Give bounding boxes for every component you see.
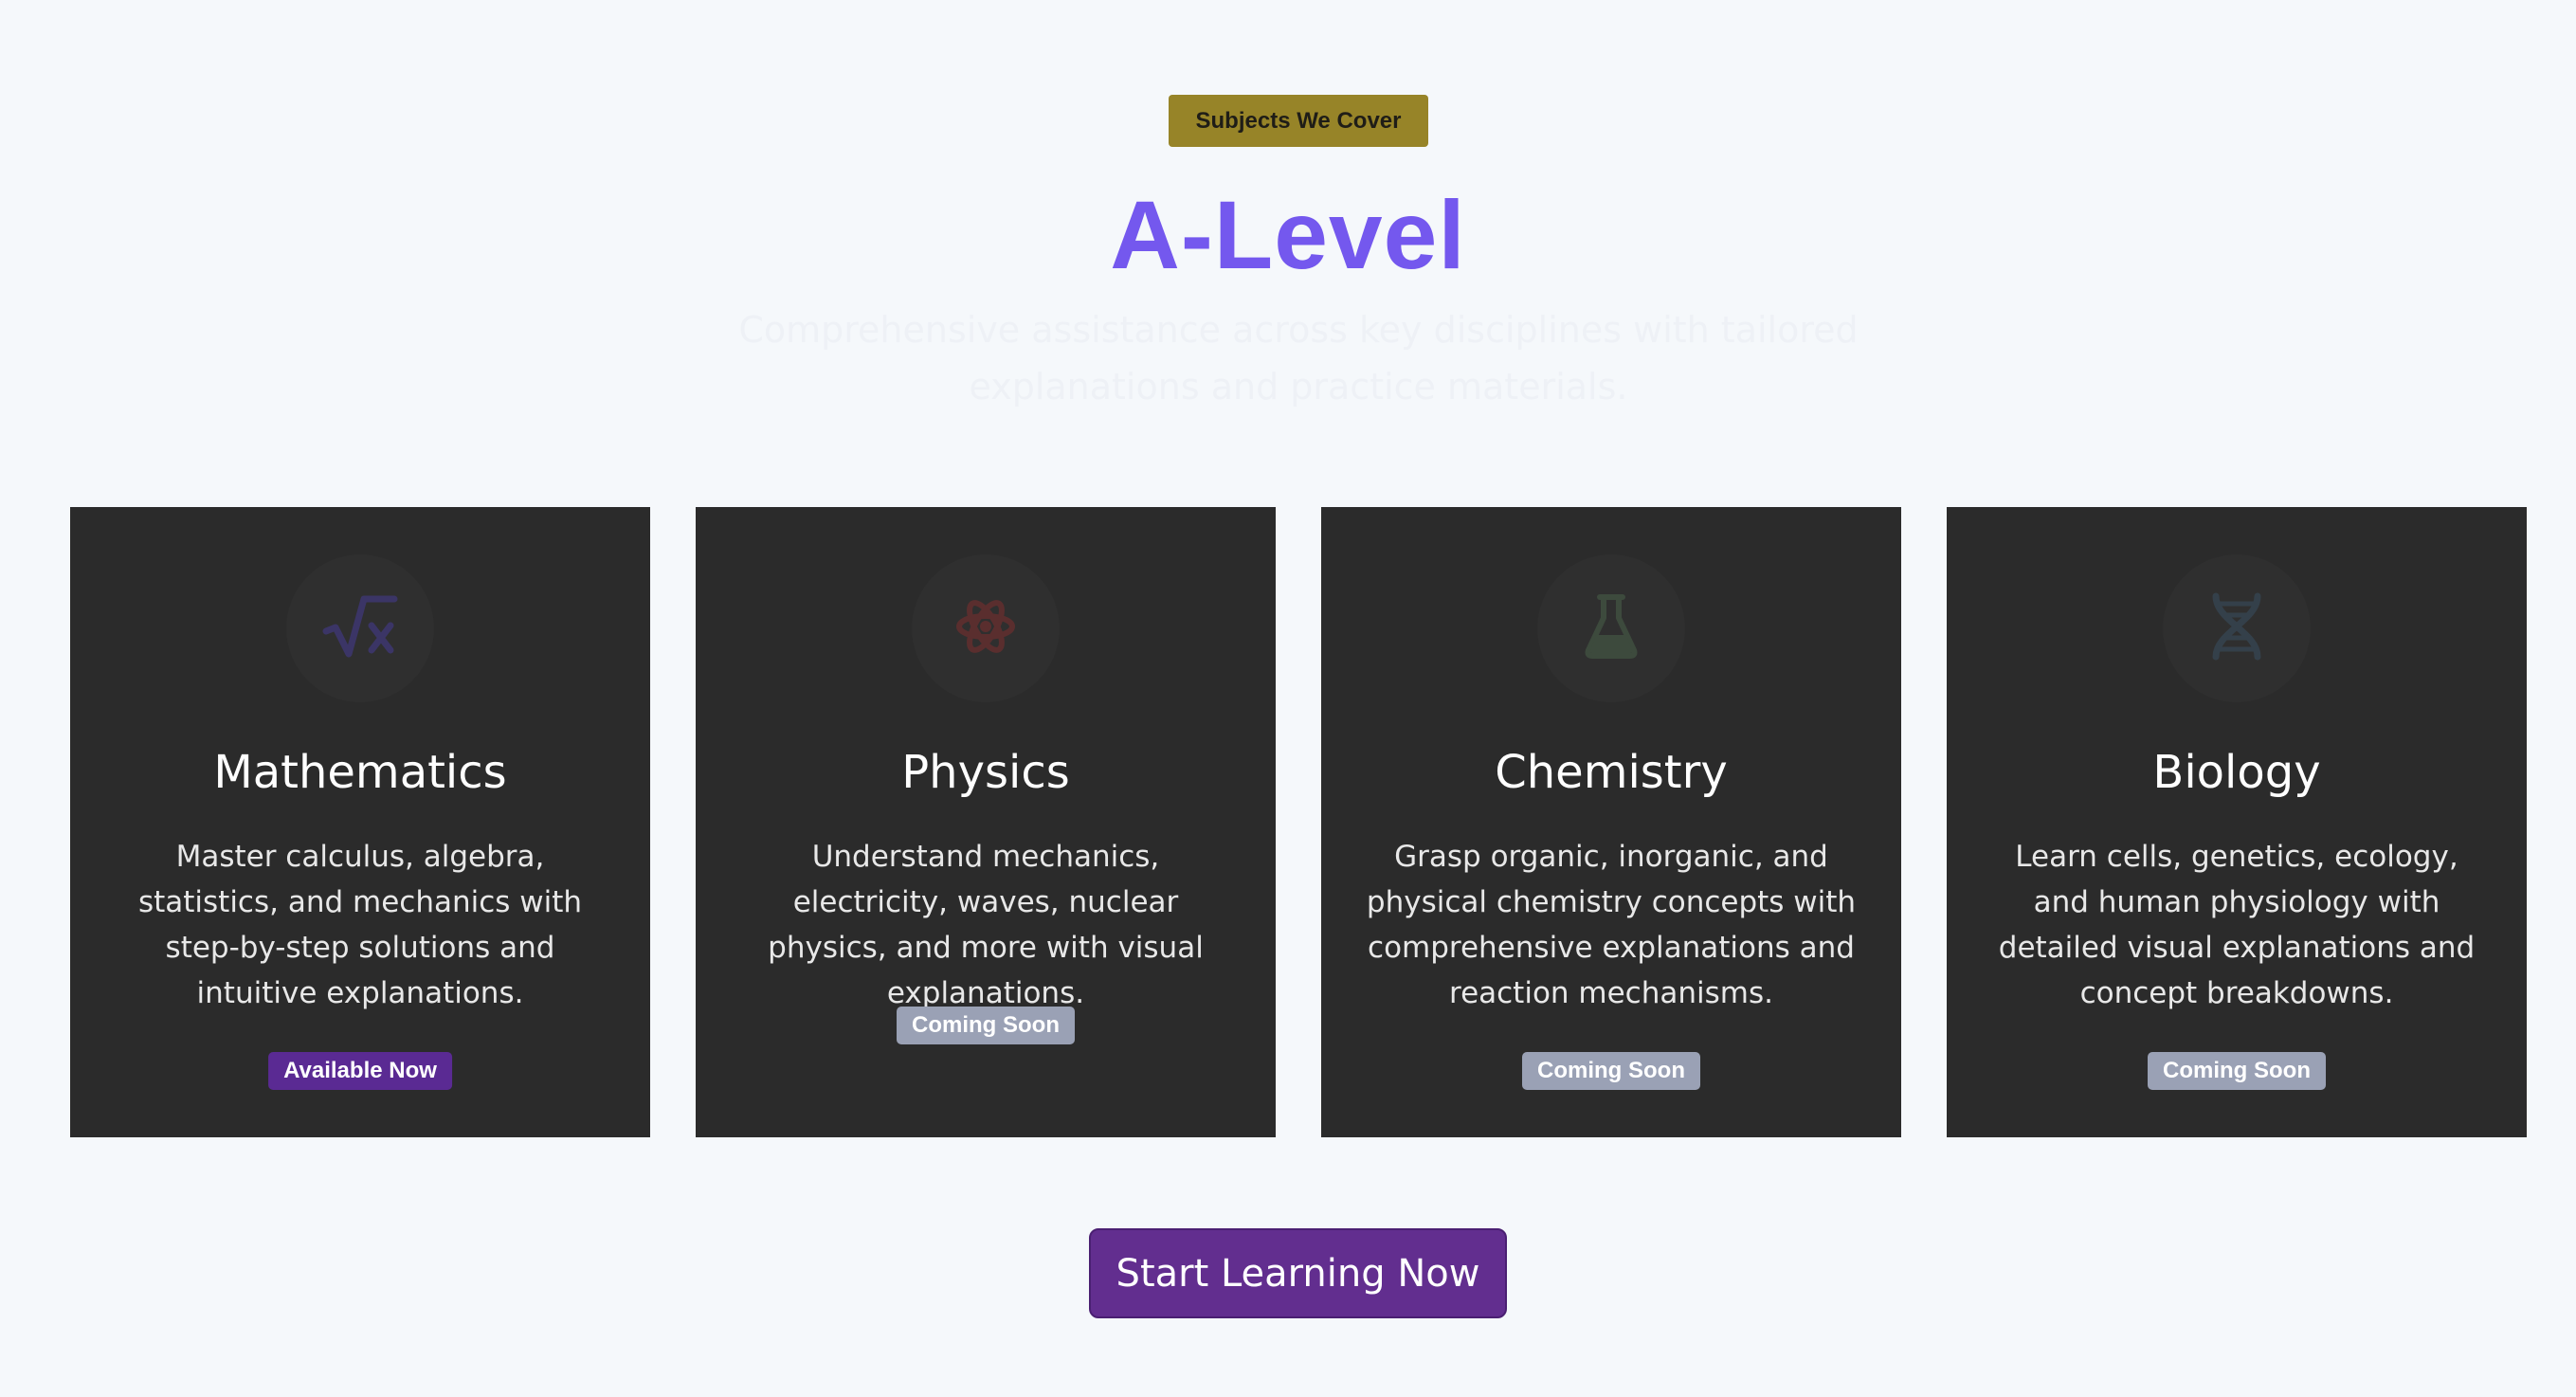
icon-badge (2163, 554, 2311, 702)
flask-icon (1583, 593, 1640, 663)
dna-icon (2208, 592, 2265, 664)
status-badge: Coming Soon (2148, 1052, 2326, 1090)
subject-card-mathematics[interactable]: Mathematics Master calculus, algebra, st… (70, 507, 650, 1137)
atom-icon (954, 595, 1017, 662)
start-learning-button[interactable]: Start Learning Now (1089, 1228, 1507, 1318)
subject-card-physics[interactable]: Physics Understand mechanics, electricit… (696, 507, 1276, 1137)
subject-title: Mathematics (213, 746, 507, 799)
subject-description: Master calculus, algebra, statistics, an… (137, 840, 583, 1010)
status-badge: Coming Soon (1522, 1052, 1700, 1090)
subject-description: Understand mechanics, electricity, waves… (768, 840, 1204, 1010)
subjects-section: Subjects We Cover A-Level Comprehensive … (0, 0, 2576, 1397)
subject-card-chemistry[interactable]: Chemistry Grasp organic, inorganic, and … (1321, 507, 1901, 1137)
status-badge: Available Now (268, 1052, 452, 1090)
subject-description: Grasp organic, inorganic, and physical c… (1366, 840, 1857, 1010)
subject-cards: Mathematics Master calculus, algebra, st… (70, 507, 2527, 1137)
page-title: A-Level (1110, 181, 1466, 289)
subject-title: Biology (2152, 746, 2321, 799)
icon-badge (912, 554, 1060, 702)
section-badge: Subjects We Cover (1169, 95, 1428, 147)
subject-title: Chemistry (1495, 746, 1728, 799)
icon-badge (286, 554, 434, 702)
subject-card-biology[interactable]: Biology Learn cells, genetics, ecology, … (1947, 507, 2527, 1137)
subject-description: Learn cells, genetics, ecology, and huma… (1998, 840, 2476, 1010)
square-root-icon (322, 593, 398, 663)
status-badge: Coming Soon (897, 1007, 1075, 1044)
icon-badge (1537, 554, 1685, 702)
section-subtitle: Comprehensive assistance across key disc… (738, 309, 1859, 408)
subject-title: Physics (901, 746, 1070, 799)
